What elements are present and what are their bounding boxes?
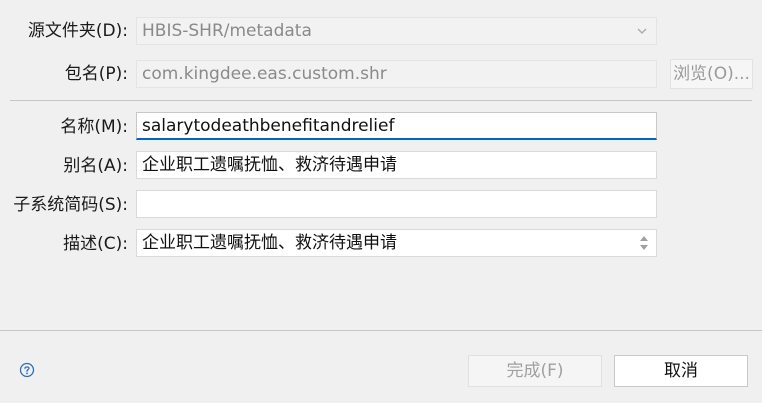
source-folder-value: HBIS-SHR/metadata [142, 21, 312, 41]
description-value: 企业职工遗嘱抚恤、救济待遇申请 [142, 233, 397, 253]
description-label: 描述(C): [63, 234, 128, 254]
package-value: com.kingdee.eas.custom.shr [142, 64, 387, 84]
package-label: 包名(P): [64, 64, 128, 84]
alias-label: 别名(A): [63, 156, 128, 176]
browse-button[interactable]: 浏览(O)... [670, 59, 753, 89]
help-icon[interactable] [19, 362, 35, 378]
subsystem-code-input[interactable] [136, 190, 657, 218]
name-label: 名称(M): [60, 117, 128, 137]
description-textarea[interactable]: 企业职工遗嘱抚恤、救济待遇申请 [136, 229, 657, 257]
cancel-button[interactable]: 取消 [614, 355, 748, 387]
subsystem-code-label: 子系统简码(S): [13, 195, 128, 215]
finish-button[interactable]: 完成(F) [468, 355, 602, 387]
alias-input[interactable]: 企业职工遗嘱抚恤、救济待遇申请 [136, 151, 657, 179]
chevron-down-icon[interactable] [636, 20, 648, 44]
scroll-arrows-icon[interactable] [638, 233, 650, 256]
name-input[interactable]: salarytodeathbenefitandrelief [136, 112, 657, 140]
source-folder-label: 源文件夹(D): [27, 21, 128, 41]
source-folder-combo[interactable]: HBIS-SHR/metadata [136, 17, 657, 45]
separator [10, 100, 752, 101]
package-field: com.kingdee.eas.custom.shr [136, 60, 657, 88]
footer-separator [0, 330, 762, 331]
